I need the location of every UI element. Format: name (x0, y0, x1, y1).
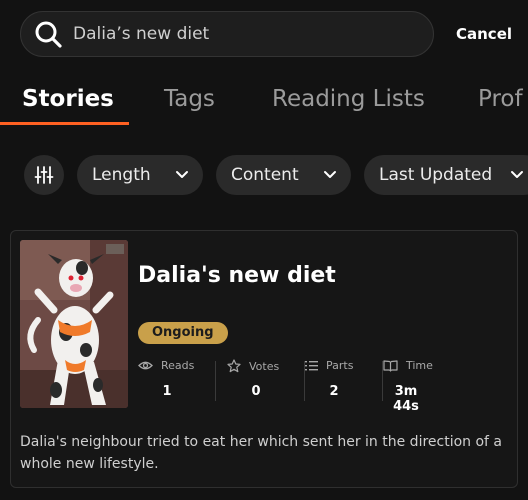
filter-length[interactable]: Length (77, 155, 203, 195)
stat-reads: Reads 1 (138, 359, 216, 404)
story-title[interactable]: Dalia's new diet (138, 263, 336, 288)
active-tab-indicator (0, 122, 129, 125)
story-card[interactable]: Dalia's new diet Ongoing Reads 1 Votes 0… (10, 230, 518, 488)
stat-time: Time 3m 44s (383, 359, 443, 414)
divider (215, 361, 216, 401)
story-cover-image[interactable] (20, 240, 128, 408)
chevron-down-icon (511, 171, 523, 178)
stat-votes-value: 0 (251, 384, 261, 399)
search-icon (35, 21, 62, 48)
stat-time-value: 3m 44s (393, 384, 419, 414)
sliders-icon (34, 166, 54, 184)
list-icon (305, 361, 318, 371)
filter-settings-button[interactable] (24, 155, 64, 195)
stat-reads-value: 1 (162, 384, 172, 399)
status-badge: Ongoing (138, 322, 228, 344)
chevron-down-icon (324, 171, 336, 178)
filter-content[interactable]: Content (216, 155, 351, 195)
tab-profiles[interactable]: Prof (478, 86, 523, 112)
filter-content-label: Content (231, 165, 299, 185)
stat-votes-label: Votes (249, 359, 280, 373)
book-icon (383, 359, 398, 372)
search-input[interactable]: Dalia’s new diet (73, 24, 209, 44)
tab-tags[interactable]: Tags (164, 86, 215, 112)
star-icon (227, 359, 241, 373)
filter-length-label: Length (92, 165, 151, 185)
stat-parts-label: Parts (326, 359, 354, 372)
story-stats: Reads 1 Votes 0 Parts 2 Time 3m 44s (138, 359, 433, 414)
story-description: Dalia's neighbour tried to eat her which… (20, 434, 503, 472)
stat-parts-value: 2 (329, 384, 339, 399)
stat-reads-label: Reads (161, 359, 195, 372)
stat-time-label: Time (406, 359, 433, 372)
chevron-down-icon (176, 171, 188, 178)
filter-last-updated[interactable]: Last Updated (364, 155, 528, 195)
eye-icon (138, 361, 153, 370)
filter-last-updated-label: Last Updated (379, 165, 493, 185)
stat-parts: Parts 2 (305, 359, 383, 404)
search-bar[interactable]: Dalia’s new diet (20, 11, 434, 57)
tab-stories[interactable]: Stories (22, 86, 114, 112)
tab-bar: Stories Tags Reading Lists Prof (0, 86, 528, 126)
tab-reading-lists[interactable]: Reading Lists (272, 86, 425, 112)
cancel-button[interactable]: Cancel (456, 25, 512, 43)
filter-bar: Length Content Last Updated (0, 155, 528, 195)
stat-votes: Votes 0 (227, 359, 305, 404)
